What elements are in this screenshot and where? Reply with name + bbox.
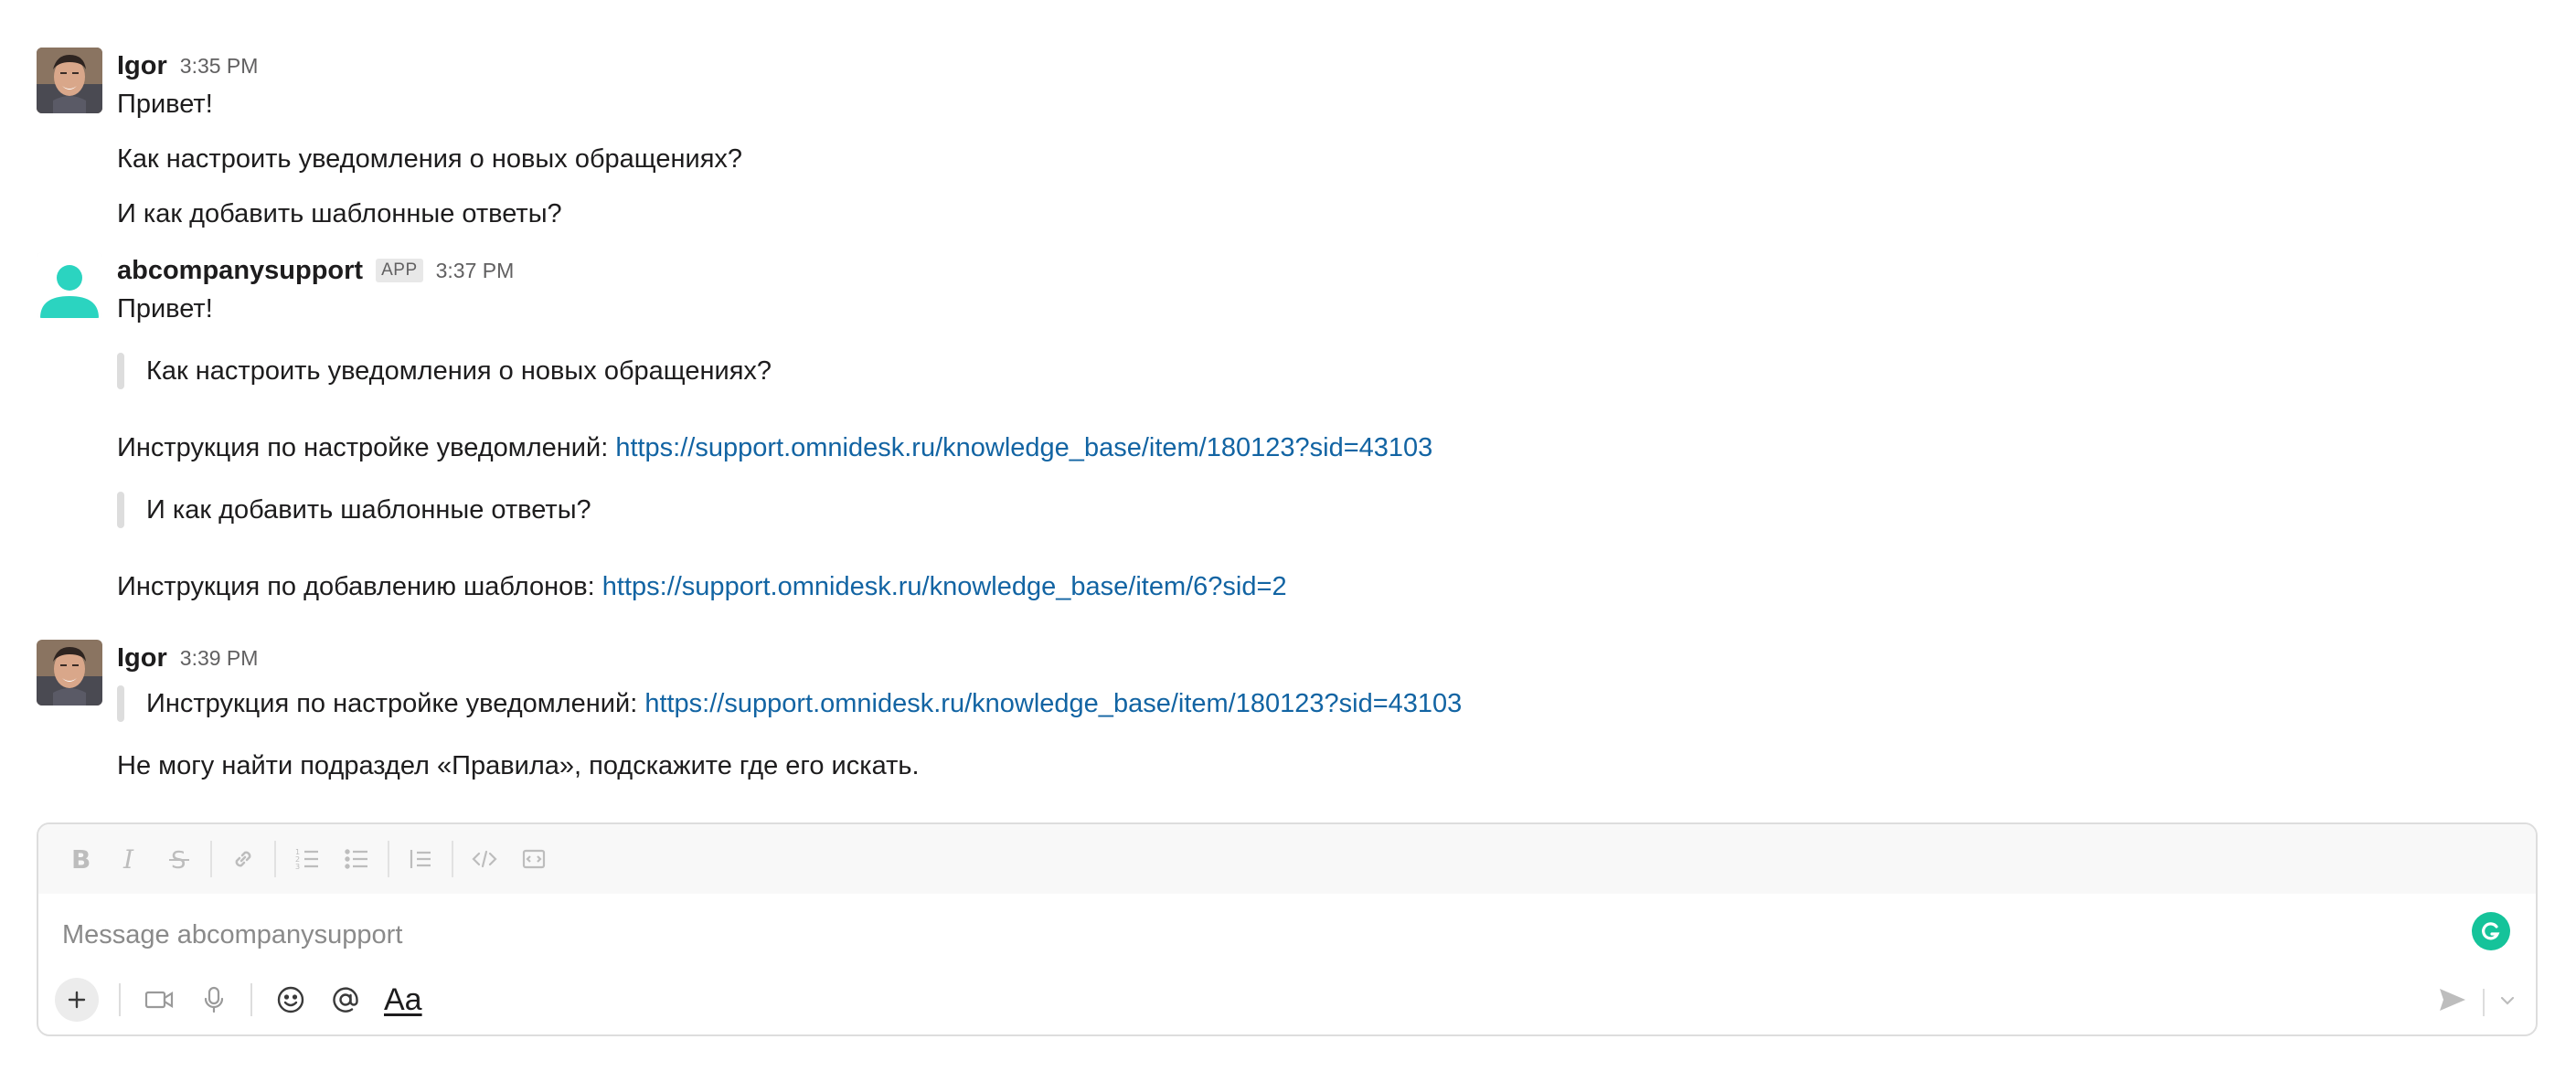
italic-icon[interactable]: I (108, 837, 152, 881)
send-icon[interactable] (2437, 986, 2468, 1018)
message-input[interactable]: Message abcompanysupport (62, 912, 2512, 958)
video-icon[interactable] (137, 978, 181, 1022)
code-icon[interactable] (463, 837, 506, 881)
message-text: Инструкция по добавлению шаблонов: https… (117, 568, 1287, 605)
message-header: Igor 3:35 PM (117, 48, 258, 84)
message-text: Как настроить уведомления о новых обраще… (117, 144, 743, 174)
instruction-text: Инструкция по добавлению шаблонов: (117, 572, 602, 601)
templates-guide-link[interactable]: https://support.omnidesk.ru/knowledge_ba… (602, 572, 1287, 601)
separator (452, 841, 453, 877)
quote-text: Как настроить уведомления о новых обраще… (146, 356, 772, 386)
author-name[interactable]: abcompanysupport (117, 256, 363, 286)
microphone-icon[interactable] (192, 978, 236, 1022)
notification-guide-link[interactable]: https://support.omnidesk.ru/knowledge_ba… (644, 689, 1462, 718)
message-text: Привет! (117, 90, 213, 119)
strikethrough-icon[interactable]: S (157, 837, 201, 881)
message-text: И как добавить шаблонные ответы? (117, 199, 562, 228)
separator (210, 841, 212, 877)
quote-bar (117, 492, 124, 528)
message-text: Привет! (117, 294, 213, 324)
formatting-icon[interactable]: Aa (378, 978, 428, 1022)
separator (274, 841, 276, 877)
quote-text: И как добавить шаблонные ответы? (146, 495, 591, 525)
composer-actions: Aa (38, 965, 2536, 1034)
message-header: abcompanysupport APP 3:37 PM (117, 252, 514, 289)
separator (388, 841, 389, 877)
mention-icon[interactable] (324, 978, 367, 1022)
grammarly-icon[interactable] (2472, 912, 2510, 950)
timestamp[interactable]: 3:39 PM (180, 646, 259, 671)
blockquote: Как настроить уведомления о новых обраще… (117, 353, 772, 389)
chat-page: Igor 3:35 PM Привет! Как настроить уведо… (0, 0, 2576, 1082)
separator (250, 983, 252, 1016)
send-controls (2437, 986, 2516, 1018)
emoji-icon[interactable] (269, 978, 313, 1022)
link-icon[interactable] (221, 837, 265, 881)
timestamp[interactable]: 3:35 PM (180, 54, 259, 79)
app-badge: APP (376, 259, 423, 282)
avatar[interactable] (37, 640, 102, 705)
bold-icon[interactable]: B (59, 837, 102, 881)
svg-text:3: 3 (295, 863, 300, 871)
quote-bar (117, 353, 124, 389)
notification-guide-link[interactable]: https://support.omnidesk.ru/knowledge_ba… (615, 433, 1432, 462)
plus-icon[interactable] (55, 978, 99, 1022)
message-text: Не могу найти подраздел «Правила», подск… (117, 751, 920, 780)
separator (2483, 988, 2485, 1016)
ordered-list-icon[interactable]: 123 (285, 837, 329, 881)
blockquote: И как добавить шаблонные ответы? (117, 492, 591, 528)
blockquote-icon[interactable] (399, 837, 442, 881)
input-placeholder: Message abcompanysupport (62, 919, 403, 949)
message-header: Igor 3:39 PM (117, 640, 258, 676)
timestamp[interactable]: 3:37 PM (436, 259, 515, 283)
chevron-down-icon[interactable] (2499, 994, 2516, 1011)
author-name[interactable]: Igor (117, 51, 167, 81)
svg-text:B: B (71, 845, 90, 873)
blockquote: Инструкция по настройке уведомлений: htt… (117, 685, 1462, 722)
avatar[interactable] (37, 48, 102, 113)
instruction-text: Инструкция по настройке уведомлений: (117, 433, 616, 462)
formatting-toolbar: B I S 123 (38, 824, 2536, 894)
quote-bar (117, 685, 124, 722)
message-text: Инструкция по настройке уведомлений: htt… (117, 430, 1432, 466)
separator (119, 983, 121, 1016)
quote-text: Инструкция по настройке уведомлений: (146, 689, 645, 718)
formatting-label: Aa (384, 981, 422, 1017)
message-composer: B I S 123 Message abcompanysupport Aa (37, 822, 2538, 1036)
bulleted-list-icon[interactable] (335, 837, 378, 881)
author-name[interactable]: Igor (117, 643, 167, 674)
svg-text:I: I (122, 845, 134, 873)
bot-avatar[interactable] (37, 252, 102, 318)
code-block-icon[interactable] (512, 837, 556, 881)
